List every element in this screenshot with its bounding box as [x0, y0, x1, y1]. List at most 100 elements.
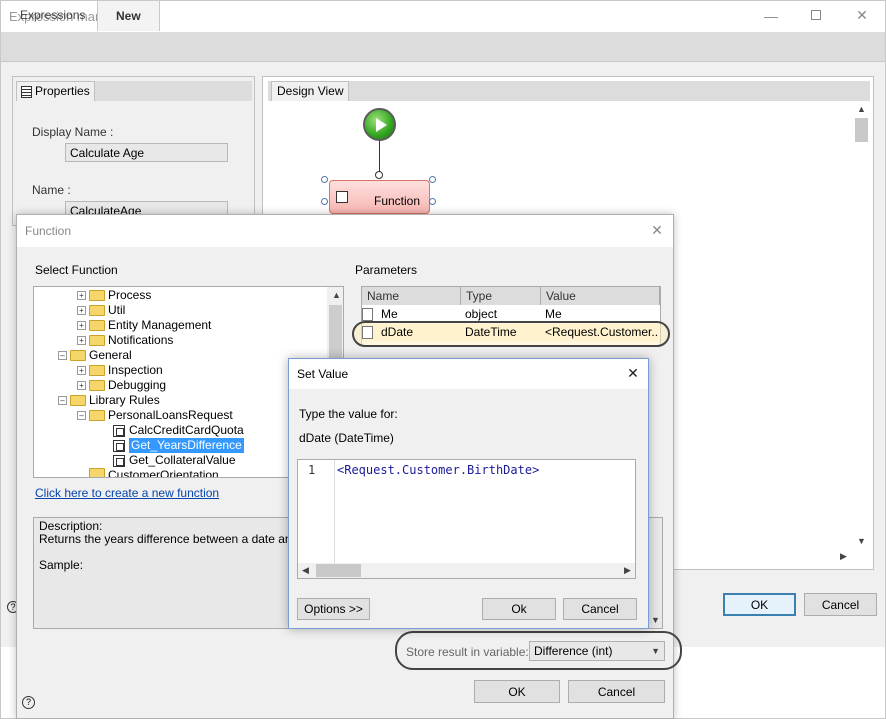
selection-handle[interactable]: [429, 176, 436, 183]
expand-icon[interactable]: +: [77, 321, 86, 330]
design-vertical-scrollbar[interactable]: [853, 102, 870, 548]
set-value-close-icon[interactable]: ✕: [624, 364, 642, 382]
function-node-icon: [336, 191, 348, 203]
set-value-ok-button[interactable]: Ok: [482, 598, 556, 620]
tree-node-entity-management[interactable]: + Entity Management: [77, 318, 211, 333]
collapse-icon[interactable]: –: [58, 351, 67, 360]
folder-icon: [89, 410, 105, 421]
scroll-right-icon[interactable]: ▶: [840, 551, 847, 562]
scroll-left-icon[interactable]: ◀: [302, 565, 309, 576]
folder-icon: [89, 468, 105, 477]
function-icon: [113, 454, 125, 467]
tree-node-get-collateral-value[interactable]: Get_CollateralValue: [113, 453, 236, 468]
tab-properties[interactable]: Properties: [16, 81, 95, 101]
scroll-down-icon[interactable]: ▼: [651, 615, 660, 625]
scroll-down-icon[interactable]: ▼: [857, 536, 866, 546]
tree-node-get-years-difference[interactable]: Get_YearsDifference: [113, 438, 244, 453]
parameter-icon: [362, 326, 373, 339]
tab-design-view[interactable]: Design View: [271, 81, 350, 101]
scroll-up-icon[interactable]: ▲: [857, 104, 866, 114]
tree-node-general[interactable]: – General: [58, 348, 132, 363]
expand-icon[interactable]: +: [77, 366, 86, 375]
function-cancel-button[interactable]: Cancel: [568, 680, 665, 703]
scroll-up-icon[interactable]: ▲: [332, 290, 341, 300]
name-field[interactable]: CalculateAge: [65, 201, 228, 215]
editor-scroll-thumb[interactable]: [316, 564, 361, 577]
tree-node-notifications[interactable]: + Notifications: [77, 333, 173, 348]
editor-code[interactable]: <Request.Customer.BirthDate>: [337, 463, 539, 477]
function-icon: [113, 424, 125, 437]
chevron-down-icon: ▼: [651, 646, 660, 656]
column-header-name[interactable]: Name: [362, 287, 461, 305]
function-ok-button[interactable]: OK: [474, 680, 560, 703]
set-value-cancel-button[interactable]: Cancel: [563, 598, 637, 620]
collapse-icon[interactable]: –: [77, 411, 86, 420]
folder-icon: [70, 350, 86, 361]
column-header-type[interactable]: Type: [461, 287, 541, 305]
function-node[interactable]: Function: [329, 180, 430, 214]
scroll-right-icon[interactable]: ▶: [624, 565, 631, 576]
help-icon[interactable]: ?: [22, 696, 35, 709]
set-value-title: Set Value: [297, 367, 349, 381]
collapse-icon[interactable]: –: [58, 396, 67, 405]
start-node-icon[interactable]: [363, 108, 396, 141]
tree-node-process[interactable]: + Process: [77, 288, 151, 303]
main-ok-button[interactable]: OK: [723, 593, 796, 616]
set-value-prompt: Type the value for:: [299, 407, 398, 421]
folder-icon: [89, 290, 105, 301]
folder-icon: [89, 380, 105, 391]
design-tab-strip: [268, 81, 870, 101]
selection-handle[interactable]: [321, 176, 328, 183]
tree-node-calc-credit-card-quota[interactable]: CalcCreditCardQuota: [113, 423, 244, 438]
display-name-label: Display Name :: [32, 125, 114, 139]
create-new-function-link[interactable]: Click here to create a new function: [35, 486, 219, 500]
expand-icon[interactable]: +: [77, 336, 86, 345]
folder-icon: [70, 395, 86, 406]
expand-icon[interactable]: +: [77, 381, 86, 390]
folder-icon: [89, 305, 105, 316]
folder-icon: [89, 365, 105, 376]
tab-expressions[interactable]: Expressions: [2, 0, 103, 30]
function-dialog-title: Function: [25, 224, 72, 238]
line-number: 1: [308, 463, 316, 477]
function-dialog-titlebar: [17, 215, 673, 247]
main-cancel-button[interactable]: Cancel: [804, 593, 877, 616]
expand-icon[interactable]: +: [77, 306, 86, 315]
name-label: Name :: [32, 183, 71, 197]
tree-node-personal-loans-request[interactable]: – PersonalLoansRequest: [77, 408, 233, 423]
folder-icon: [89, 320, 105, 331]
tree-node-util[interactable]: + Util: [77, 303, 125, 318]
close-icon[interactable]: ✕: [853, 6, 871, 24]
parameter-icon: [362, 308, 373, 321]
tree-node-customer-orientation[interactable]: +CustomerOrientation: [77, 468, 219, 477]
tree-node-library-rules[interactable]: – Library Rules: [58, 393, 160, 408]
tree-node-inspection[interactable]: + Inspection: [77, 363, 163, 378]
function-node-label: Function: [374, 194, 421, 208]
design-scroll-thumb[interactable]: [855, 118, 868, 142]
selection-handle[interactable]: [429, 198, 436, 205]
tree-node-debugging[interactable]: + Debugging: [77, 378, 166, 393]
store-result-label: Store result in variable:: [406, 645, 529, 659]
select-function-label: Select Function: [35, 263, 118, 277]
function-dialog-close-icon[interactable]: ✕: [648, 221, 666, 239]
store-result-select[interactable]: Difference (int) ▼: [529, 641, 665, 661]
display-name-field[interactable]: Calculate Age: [65, 143, 228, 162]
set-value-variable: dDate (DateTime): [299, 431, 394, 445]
connector-port-icon[interactable]: [375, 171, 383, 179]
properties-icon: [21, 85, 32, 98]
minimize-icon[interactable]: —: [762, 7, 780, 25]
selection-handle[interactable]: [321, 198, 328, 205]
tab-new[interactable]: New: [97, 0, 160, 31]
properties-tab-label: Properties: [35, 84, 90, 98]
folder-icon: [89, 335, 105, 346]
value-editor[interactable]: [297, 459, 636, 579]
options-button[interactable]: Options >>: [297, 598, 370, 620]
maximize-icon[interactable]: [807, 6, 825, 24]
table-row[interactable]: dDate DateTime <Request.Customer....: [362, 324, 660, 341]
editor-gutter: [298, 460, 335, 564]
tab-strip: [1, 32, 885, 62]
parameters-label: Parameters: [355, 263, 418, 277]
expand-icon[interactable]: +: [77, 291, 86, 300]
function-icon: [113, 439, 125, 452]
column-header-value[interactable]: Value: [541, 287, 660, 305]
